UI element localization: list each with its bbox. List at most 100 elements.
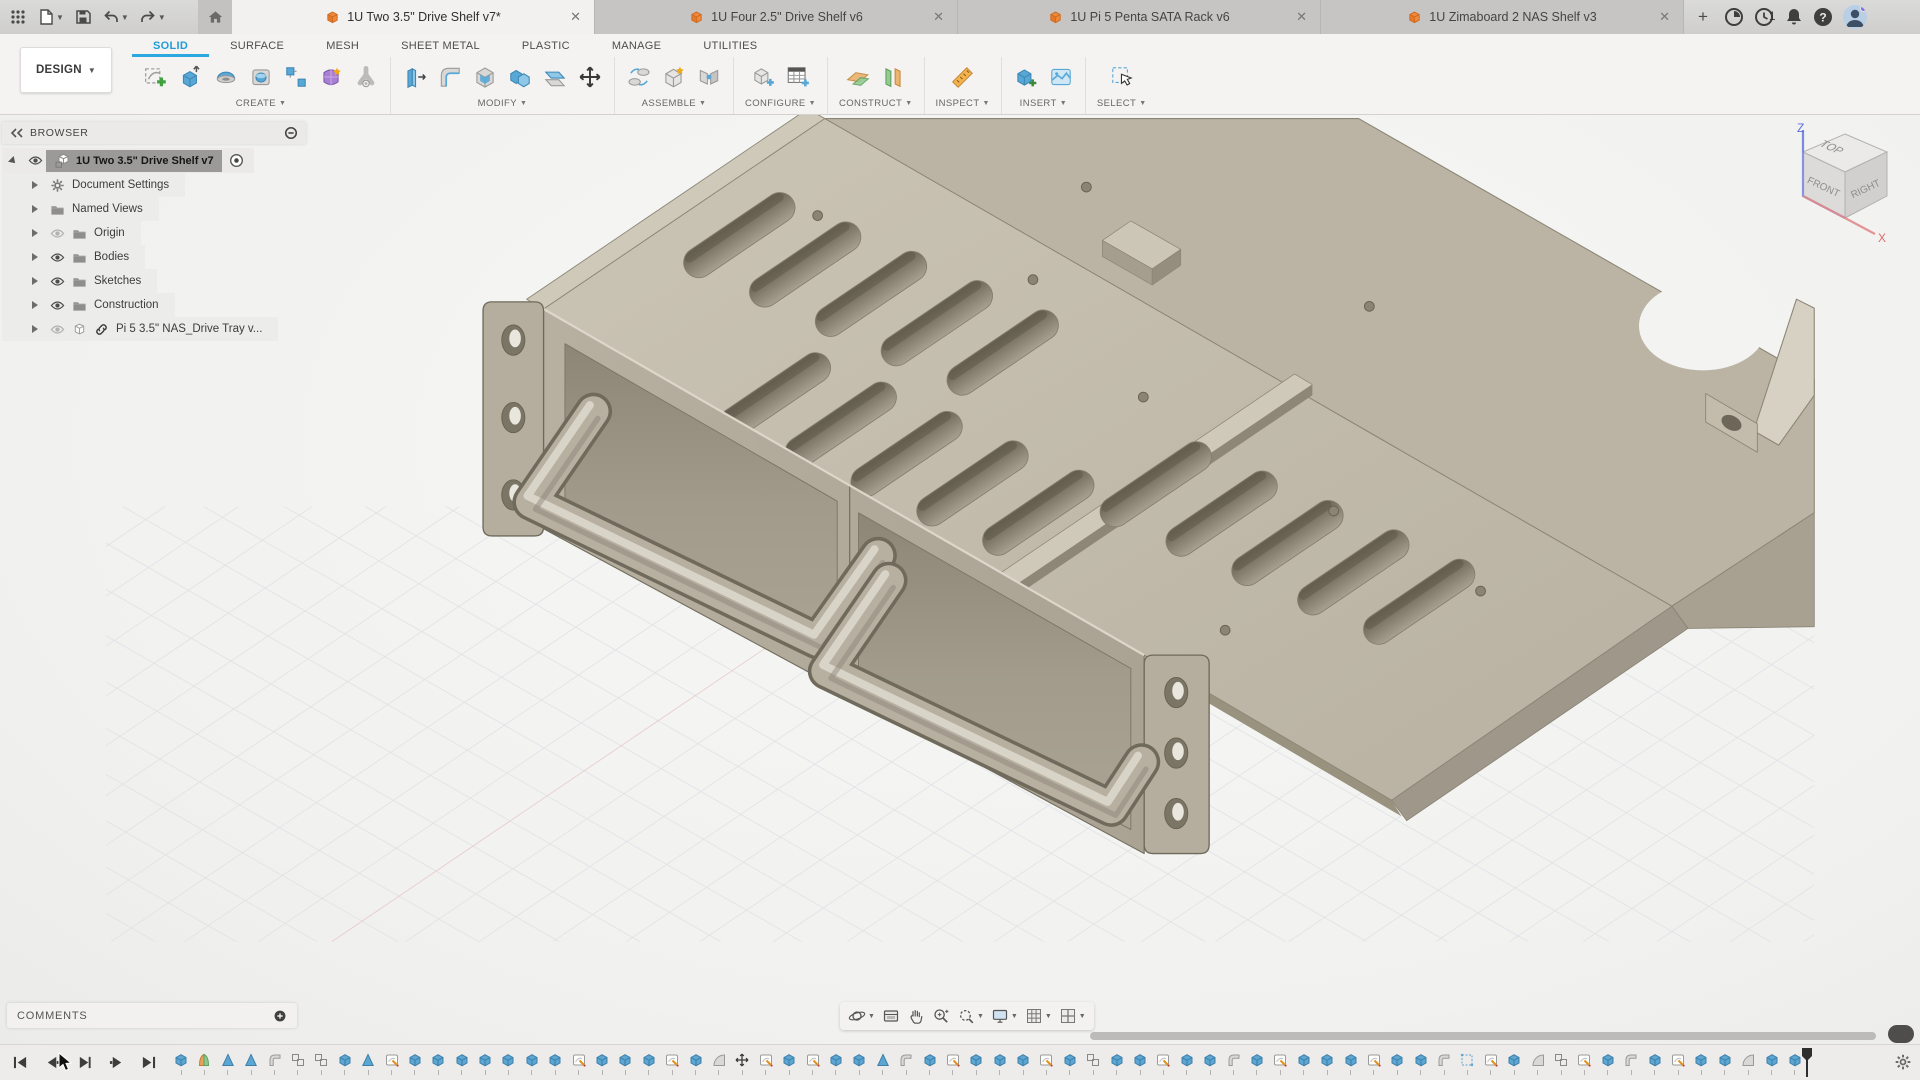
close-tab-icon[interactable]: ✕ <box>570 9 581 25</box>
expand-triangle-icon[interactable] <box>32 205 38 213</box>
browser-header[interactable]: BROWSER <box>2 122 306 144</box>
timeline-feature-extrude-67[interactable] <box>1717 1052 1733 1075</box>
ribbon-group-label[interactable]: CONFIGURE▼ <box>745 98 816 109</box>
play-button[interactable] <box>76 1055 93 1070</box>
browser-root-row[interactable]: 1U Two 3.5" Drive Shelf v7 <box>2 148 254 173</box>
timeline-feature-extrude-53[interactable] <box>1389 1052 1405 1075</box>
timeline-feature-sketch-57[interactable] <box>1483 1052 1499 1075</box>
timeline-feature-pattern-60[interactable] <box>1553 1052 1569 1075</box>
visibility-eye-icon[interactable] <box>46 322 68 337</box>
ribbon-group-label[interactable]: ASSEMBLE▼ <box>642 98 707 109</box>
viewport-canvas[interactable]: BROWSER 1U Two 3.5" Drive Shelf v7 Docum… <box>0 115 1920 1044</box>
notifications-icon[interactable] <box>1785 7 1803 27</box>
timeline-feature-extrude-45[interactable] <box>1202 1052 1218 1075</box>
timeline-feature-extrude-62[interactable] <box>1600 1052 1616 1075</box>
configure-icon[interactable] <box>750 64 776 90</box>
document-tab-2[interactable]: 1U Four 2.5" Drive Shelf v6✕ <box>595 0 958 34</box>
timeline-feature-sketch-52[interactable] <box>1366 1052 1382 1075</box>
shell-icon[interactable] <box>472 64 498 90</box>
timeline-settings-gear[interactable] <box>1894 1053 1912 1071</box>
ribbon-tab-utilities[interactable]: UTILITIES <box>682 34 778 57</box>
timeline-feature-extrude-30[interactable] <box>851 1052 867 1075</box>
ribbon-group-label[interactable]: CREATE▼ <box>236 98 287 109</box>
timeline-feature-shell-24[interactable] <box>711 1052 727 1075</box>
remove-circle-icon[interactable] <box>284 126 298 140</box>
close-tab-icon[interactable]: ✕ <box>933 9 944 25</box>
timeline-feature-extrude-17[interactable] <box>547 1052 563 1075</box>
timeline-feature-move-25[interactable] <box>734 1052 750 1075</box>
offset-face-icon[interactable] <box>542 64 568 90</box>
expand-triangle-icon[interactable] <box>32 301 38 309</box>
measure-icon[interactable] <box>950 64 976 90</box>
timeline-feature-extrude-33[interactable] <box>922 1052 938 1075</box>
timeline-feature-extrude-19[interactable] <box>594 1052 610 1075</box>
insert-canvas-icon[interactable] <box>1048 64 1074 90</box>
visibility-eye-icon[interactable] <box>46 274 68 289</box>
view-cube[interactable]: TOP FRONT RIGHT Z X <box>1775 120 1910 245</box>
timeline-feature-sketch-18[interactable] <box>571 1052 587 1075</box>
timeline-feature-sketch-43[interactable] <box>1155 1052 1171 1075</box>
timeline-feature-fillet-5[interactable] <box>267 1052 283 1075</box>
timeline-feature-sketch-38[interactable] <box>1038 1052 1054 1075</box>
visibility-eye-icon[interactable] <box>46 226 68 241</box>
timeline-feature-mirror-2[interactable] <box>196 1052 212 1075</box>
timeline-feature-fillet-55[interactable] <box>1436 1052 1452 1075</box>
timeline-feature-sketch-28[interactable] <box>805 1052 821 1075</box>
timeline-feature-extrude-1[interactable] <box>173 1052 189 1075</box>
timeline-feature-sketch-65[interactable] <box>1670 1052 1686 1075</box>
timeline-feature-extrude-47[interactable] <box>1249 1052 1265 1075</box>
step-forward-button[interactable] <box>108 1055 125 1070</box>
file-new-icon[interactable]: ▼ <box>34 5 67 29</box>
timeline-feature-extrude-54[interactable] <box>1413 1052 1429 1075</box>
timeline-feature-loft-4[interactable] <box>243 1052 259 1075</box>
timeline-feature-extrude-39[interactable] <box>1062 1052 1078 1075</box>
browser-item-sketches[interactable]: Sketches <box>2 269 157 293</box>
timeline-feature-extrude-12[interactable] <box>430 1052 446 1075</box>
timeline-feature-profile-56[interactable] <box>1459 1052 1475 1075</box>
home-icon[interactable] <box>198 0 232 34</box>
timeline-feature-extrude-66[interactable] <box>1693 1052 1709 1075</box>
pipe-icon[interactable] <box>353 64 379 90</box>
ribbon-group-label[interactable]: CONSTRUCT▼ <box>839 98 913 109</box>
document-tab-4[interactable]: 1U Zimaboard 2 NAS Shelf v3✕ <box>1321 0 1684 34</box>
workspace-selector[interactable]: DESIGN▼ <box>20 47 112 93</box>
ribbon-tab-surface[interactable]: SURFACE <box>209 34 305 57</box>
create-form-icon[interactable] <box>318 64 344 90</box>
timeline-feature-sketch-26[interactable] <box>758 1052 774 1075</box>
timeline-feature-extrude-21[interactable] <box>641 1052 657 1075</box>
timeline-position-marker[interactable] <box>1800 1047 1814 1079</box>
timeline-feature-extrude-20[interactable] <box>617 1052 633 1075</box>
timeline-feature-extrude-8[interactable] <box>337 1052 353 1075</box>
timeline-feature-sketch-61[interactable] <box>1576 1052 1592 1075</box>
ribbon-group-label[interactable]: SELECT▼ <box>1097 98 1147 109</box>
visibility-eye-icon[interactable] <box>46 298 68 313</box>
timeline-feature-shell-68[interactable] <box>1740 1052 1756 1075</box>
document-tab-1[interactable]: 1U Two 3.5" Drive Shelf v7*✕ <box>232 0 595 34</box>
ribbon-group-label[interactable]: INSPECT▼ <box>936 98 990 109</box>
timeline-feature-extrude-13[interactable] <box>454 1052 470 1075</box>
timeline-feature-loft-3[interactable] <box>220 1052 236 1075</box>
save-icon[interactable] <box>71 5 95 29</box>
timeline-feature-extrude-37[interactable] <box>1015 1052 1031 1075</box>
timeline-feature-extrude-23[interactable] <box>688 1052 704 1075</box>
comments-bar[interactable]: COMMENTS <box>7 1003 297 1028</box>
browser-item-pi-5-3-5-nas-drive-tray-v[interactable]: Pi 5 3.5" NAS_Drive Tray v... <box>2 317 278 341</box>
collapse-panel-icon[interactable] <box>10 128 24 138</box>
grid-layout-icon[interactable]: ▼ <box>1025 1007 1052 1025</box>
timeline-feature-sketch-22[interactable] <box>664 1052 680 1075</box>
timeline-feature-extrude-36[interactable] <box>992 1052 1008 1075</box>
add-comment-icon[interactable] <box>273 1009 287 1023</box>
browser-item-named-views[interactable]: Named Views <box>2 197 159 221</box>
timeline-feature-extrude-51[interactable] <box>1343 1052 1359 1075</box>
expand-triangle-icon[interactable] <box>32 229 38 237</box>
timeline-feature-extrude-16[interactable] <box>524 1052 540 1075</box>
timeline-feature-extrude-27[interactable] <box>781 1052 797 1075</box>
fillet-icon[interactable] <box>437 64 463 90</box>
browser-item-document-settings[interactable]: Document Settings <box>2 173 185 197</box>
configuration-table-icon[interactable] <box>785 64 811 90</box>
timeline-feature-sketch-10[interactable] <box>384 1052 400 1075</box>
timeline-feature-extrude-69[interactable] <box>1764 1052 1780 1075</box>
timeline-feature-extrude-15[interactable] <box>500 1052 516 1075</box>
display-settings-icon[interactable]: ▼ <box>991 1007 1018 1025</box>
timeline-feature-extrude-49[interactable] <box>1296 1052 1312 1075</box>
